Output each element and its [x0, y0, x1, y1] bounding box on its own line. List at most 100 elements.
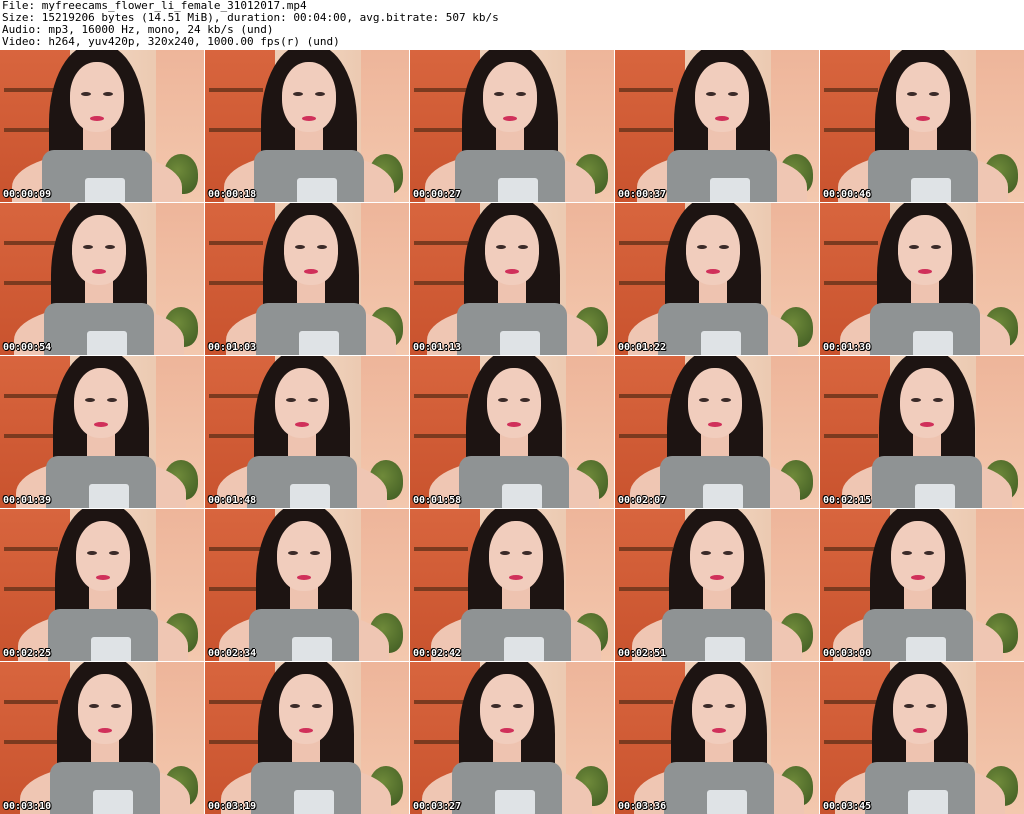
thumbnail-timestamp: 00:01:13	[413, 342, 462, 353]
gray-top	[662, 609, 772, 661]
person-figure	[615, 356, 817, 508]
lips	[92, 269, 106, 274]
gray-top	[664, 762, 774, 814]
eye	[81, 92, 91, 96]
shirt-print	[297, 178, 337, 202]
eye	[288, 551, 298, 555]
thumbnail-timestamp: 00:03:19	[208, 801, 257, 812]
eye	[496, 245, 506, 249]
video-thumbnail: 00:02:51	[615, 509, 819, 661]
eye	[522, 551, 532, 555]
thumbnail-timestamp: 00:01:39	[3, 495, 52, 506]
person-figure	[3, 662, 204, 814]
lips	[297, 575, 311, 580]
video-thumbnail: 00:01:30	[820, 203, 1024, 355]
person-figure	[207, 50, 409, 202]
thumbnail-timestamp: 00:01:48	[208, 495, 257, 506]
thumbnail-timestamp: 00:03:36	[618, 801, 667, 812]
shirt-print	[504, 637, 544, 661]
eye	[83, 245, 93, 249]
eye	[902, 551, 912, 555]
thumbnail-timestamp: 00:00:09	[3, 189, 52, 200]
eye	[909, 245, 919, 249]
shirt-print	[87, 331, 127, 355]
person-figure	[209, 203, 409, 355]
face	[485, 215, 539, 285]
video-thumbnail: 00:03:10	[0, 662, 204, 814]
eye	[491, 704, 501, 708]
shirt-print	[495, 790, 535, 814]
lips	[509, 575, 523, 580]
eye	[290, 704, 300, 708]
face	[686, 215, 740, 285]
file-info-header: File: myfreecams_flower_li_female_310120…	[2, 0, 1022, 48]
person-figure	[620, 50, 819, 202]
face	[483, 62, 537, 132]
video-thumbnail: 00:00:18	[205, 50, 409, 202]
eye	[293, 92, 303, 96]
lips	[304, 269, 318, 274]
shirt-print	[707, 790, 747, 814]
lips	[295, 422, 309, 427]
gray-top	[660, 456, 770, 508]
eye	[317, 245, 327, 249]
thumbnail-timestamp: 00:01:03	[208, 342, 257, 353]
shirt-print	[913, 331, 953, 355]
shirt-print	[93, 790, 133, 814]
person-figure	[617, 662, 819, 814]
eye	[111, 704, 121, 708]
person-figure	[410, 662, 609, 814]
eye	[310, 551, 320, 555]
lips	[710, 575, 724, 580]
shirt-print	[908, 790, 948, 814]
video-thumbnail: 00:01:03	[205, 203, 409, 355]
lips	[712, 728, 726, 733]
lips	[918, 269, 932, 274]
thumbnail-timestamp: 00:01:58	[413, 495, 462, 506]
eye	[719, 245, 729, 249]
thumbnail-timestamp: 00:02:42	[413, 648, 462, 659]
eye	[924, 551, 934, 555]
lips	[715, 116, 729, 121]
video-thumbnail: 00:03:27	[410, 662, 614, 814]
file-name: File: myfreecams_flower_li_female_310120…	[2, 0, 307, 12]
person-figure	[0, 356, 203, 508]
lips	[505, 269, 519, 274]
eye	[725, 704, 735, 708]
face	[688, 368, 742, 438]
thumbnail-timestamp: 00:03:00	[823, 648, 872, 659]
face	[76, 521, 130, 591]
video-info: Video: h264, yuv420p, 320x240, 1000.00 f…	[2, 36, 340, 48]
eye	[518, 245, 528, 249]
thumbnail-timestamp: 00:01:22	[618, 342, 667, 353]
shirt-print	[85, 178, 125, 202]
lips	[96, 575, 110, 580]
eye	[721, 398, 731, 402]
person-figure	[823, 203, 1024, 355]
person-figure	[205, 662, 408, 814]
face	[70, 62, 124, 132]
gray-top	[452, 762, 562, 814]
eye	[931, 245, 941, 249]
video-thumbnail: 00:01:13	[410, 203, 614, 355]
face	[487, 368, 541, 438]
person-figure	[414, 509, 614, 661]
person-figure	[0, 203, 201, 355]
person-figure	[615, 509, 819, 661]
eye	[87, 551, 97, 555]
eye	[500, 551, 510, 555]
shirt-print	[915, 484, 955, 508]
face	[896, 62, 950, 132]
person-figure	[1, 509, 204, 661]
person-figure	[410, 50, 612, 202]
face	[275, 368, 329, 438]
face	[891, 521, 945, 591]
eye	[728, 92, 738, 96]
shirt-print	[91, 637, 131, 661]
thumbnail-timestamp: 00:01:30	[823, 342, 872, 353]
shirt-print	[710, 178, 750, 202]
lips	[90, 116, 104, 121]
eye	[703, 704, 713, 708]
face	[72, 215, 126, 285]
thumbnail-timestamp: 00:00:46	[823, 189, 872, 200]
